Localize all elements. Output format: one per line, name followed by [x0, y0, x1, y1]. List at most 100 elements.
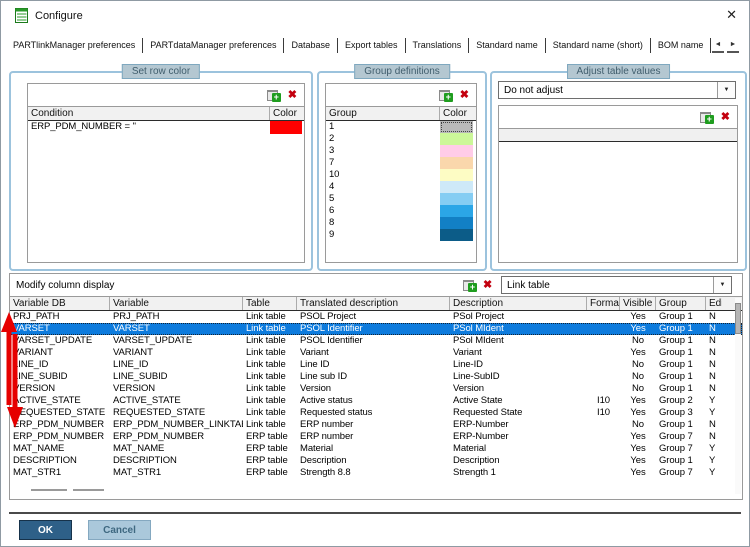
group-color-cell — [440, 133, 473, 145]
cell: Group 1 — [656, 359, 706, 371]
tab-export-tables[interactable]: Export tables — [339, 40, 404, 50]
tab-partdatamanager-preferences[interactable]: PARTdataManager preferences — [144, 40, 282, 50]
cell: Group 1 — [656, 311, 706, 323]
delete-adjust-icon[interactable]: ✖ — [721, 111, 730, 123]
column-header-format[interactable]: Format — [587, 297, 620, 310]
tab-scroll-left-icon[interactable]: ◄ — [712, 39, 724, 53]
table-row[interactable]: LINE_IDLINE_IDLink tableLine IDLine-IDNo… — [10, 359, 742, 371]
column-header-table[interactable]: Table — [243, 297, 297, 310]
table-row[interactable]: VARIANTVARIANTLink tableVariantVariantYe… — [10, 347, 742, 359]
cell: Group 7 — [656, 443, 706, 455]
modify-column-display-panel: Modify column display + ✖ Link table ▼ V… — [9, 273, 743, 500]
column-header-variable[interactable]: Variable — [110, 297, 243, 310]
cell: PRJ_PATH — [10, 311, 110, 323]
column-header-variable-db[interactable]: Variable DB — [10, 297, 110, 310]
delete-column-icon[interactable]: ✖ — [483, 279, 492, 291]
configure-app-icon — [14, 8, 29, 23]
group-row[interactable]: 10 — [326, 169, 476, 181]
cell — [587, 371, 620, 383]
color-swatch[interactable] — [440, 169, 473, 181]
column-header-color[interactable]: Color — [270, 107, 302, 120]
color-swatch[interactable] — [440, 181, 473, 193]
column-header-group[interactable]: Group — [656, 297, 706, 310]
column-header-condition[interactable]: Condition — [28, 107, 270, 120]
color-swatch[interactable] — [440, 217, 473, 229]
add-adjust-icon[interactable]: + — [700, 111, 714, 124]
add-column-icon[interactable]: + — [463, 279, 477, 292]
delete-condition-icon[interactable]: ✖ — [288, 89, 297, 101]
delete-group-icon[interactable]: ✖ — [460, 89, 469, 101]
group-name-cell: 3 — [326, 145, 440, 157]
group-row[interactable]: 5 — [326, 193, 476, 205]
group-name-cell: 5 — [326, 193, 440, 205]
modify-column-label: Modify column display — [16, 280, 114, 291]
condition-row[interactable]: ERP_PDM_NUMBER = '' — [28, 121, 304, 134]
table-row[interactable]: MAT_STR1MAT_STR1ERP tableStrength 8.8Str… — [10, 467, 742, 479]
add-condition-icon[interactable]: + — [267, 89, 281, 102]
column-header-visible[interactable]: Visible — [620, 297, 656, 310]
group-row[interactable]: 3 — [326, 145, 476, 157]
color-swatch[interactable] — [440, 157, 473, 169]
group-row[interactable]: 2 — [326, 133, 476, 145]
cancel-button[interactable]: Cancel — [88, 520, 151, 540]
scrollbar-thumb[interactable] — [735, 303, 741, 334]
table-row[interactable]: VERSIONVERSIONLink tableVersionVersionNo… — [10, 383, 742, 395]
table-row[interactable]: ERP_PDM_NUMBERERP_PDM_NUMBER_LINKTABLELi… — [10, 419, 742, 431]
column-header-color[interactable]: Color — [440, 107, 473, 120]
color-swatch[interactable] — [440, 229, 473, 241]
vertical-scrollbar[interactable] — [735, 298, 741, 494]
column-header-group[interactable]: Group — [326, 107, 440, 120]
table-row[interactable]: ERP_PDM_NUMBERERP_PDM_NUMBERERP tableERP… — [10, 431, 742, 443]
table-row[interactable]: MAT_NAMEMAT_NAMEERP tableMaterialMateria… — [10, 443, 742, 455]
color-swatch[interactable] — [440, 145, 473, 157]
adjust-table-values-panel: + ✖ — [498, 105, 738, 263]
adjust-mode-dropdown[interactable]: Do not adjust ▼ — [498, 81, 736, 99]
cell: No — [620, 383, 656, 395]
tab-database[interactable]: Database — [285, 40, 336, 50]
cell: ERP_PDM_NUMBER — [10, 431, 110, 443]
cell: N — [706, 323, 722, 335]
column-header-editable[interactable]: Editable — [706, 297, 722, 310]
table-row[interactable]: LINE_SUBIDLINE_SUBIDLink tableLine sub I… — [10, 371, 742, 383]
group-row[interactable]: 8 — [326, 217, 476, 229]
cell: Group 3 — [656, 407, 706, 419]
table-row[interactable]: ACTIVE_STATEACTIVE_STATELink tableActive… — [10, 395, 742, 407]
close-icon[interactable]: ✕ — [726, 8, 737, 22]
add-group-icon[interactable]: + — [439, 89, 453, 102]
cell: DESCRIPTION — [10, 455, 110, 467]
tab-standard-name[interactable]: Standard name — [470, 40, 544, 50]
table-row[interactable]: VARSETVARSETLink tablePSOL IdentifierPSo… — [10, 323, 742, 335]
cell: PSol Project — [450, 311, 587, 323]
ok-button[interactable]: OK — [19, 520, 72, 540]
table-select-dropdown[interactable]: Link table ▼ — [501, 276, 732, 294]
group-row[interactable]: 7 — [326, 157, 476, 169]
color-swatch[interactable] — [440, 193, 473, 205]
cell: Y — [706, 455, 722, 467]
group-row[interactable]: 4 — [326, 181, 476, 193]
group-row[interactable]: 6 — [326, 205, 476, 217]
group-row[interactable]: 9 — [326, 229, 476, 241]
chevron-down-icon[interactable]: ▼ — [713, 277, 731, 293]
table-row[interactable]: REQUESTED_STATEREQUESTED_STATELink table… — [10, 407, 742, 419]
adjust-table-values-toolbar: + ✖ — [499, 106, 737, 128]
table-row[interactable]: VARSET_UPDATEVARSET_UPDATELink tablePSOL… — [10, 335, 742, 347]
tab-partlinkmanager-preferences[interactable]: PARTlinkManager preferences — [7, 40, 141, 50]
tab-standard-name-short[interactable]: Standard name (short) — [547, 40, 649, 50]
tab-scroll-right-icon[interactable]: ► — [727, 39, 739, 53]
tab-translations[interactable]: Translations — [407, 40, 468, 50]
column-header-translated-description[interactable]: Translated description — [297, 297, 450, 310]
group-row[interactable]: 1 — [326, 121, 476, 133]
table-row[interactable]: PRJ_PATHPRJ_PATHLink tablePSOL ProjectPS… — [10, 311, 742, 323]
color-swatch[interactable] — [440, 205, 473, 217]
color-swatch[interactable] — [440, 133, 473, 145]
group-color-cell — [440, 229, 473, 241]
modify-column-toolbar: Modify column display + ✖ Link table ▼ — [10, 274, 742, 296]
color-swatch[interactable] — [270, 121, 302, 134]
plus-glyph: + — [444, 93, 453, 102]
tab-bom-name[interactable]: BOM name — [652, 40, 710, 50]
chevron-down-icon[interactable]: ▼ — [717, 82, 735, 98]
cell: Yes — [620, 311, 656, 323]
color-swatch[interactable] — [440, 121, 473, 133]
table-row[interactable]: DESCRIPTIONDESCRIPTIONERP tableDescripti… — [10, 455, 742, 467]
column-header-description[interactable]: Description — [450, 297, 587, 310]
